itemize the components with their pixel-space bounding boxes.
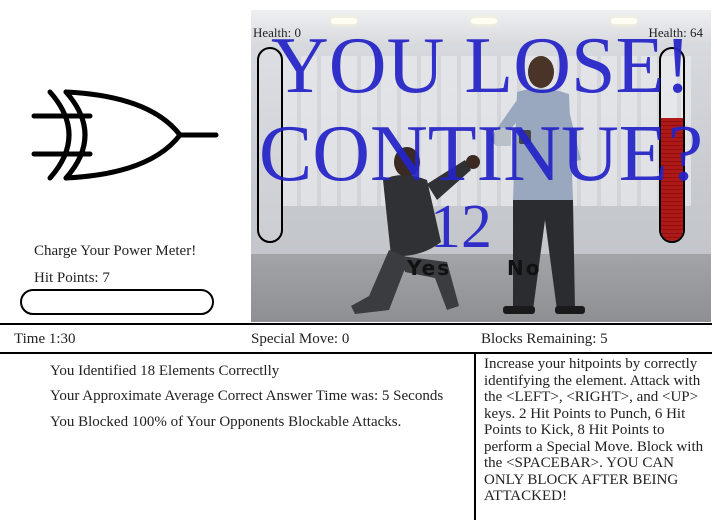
blocked-attacks-result: You Blocked 100% of Your Opponents Block…: [50, 414, 402, 430]
hit-points-label: Hit Points: 7: [34, 270, 110, 286]
power-meter: [20, 289, 214, 315]
continue-countdown: 12: [430, 193, 492, 261]
elements-identified-result: You Identified 18 Elements Correctlly: [50, 363, 280, 379]
charge-power-meter-label: Charge Your Power Meter!: [34, 243, 197, 259]
yes-option[interactable]: Yes: [407, 256, 451, 280]
special-move-counter: Special Move: 0: [251, 331, 350, 347]
no-option[interactable]: No: [507, 256, 541, 280]
blocks-remaining-counter: Blocks Remaining: 5: [481, 331, 608, 347]
results-summary: You Identified 18 Elements Correctlly Yo…: [0, 354, 474, 520]
you-lose-text: YOU LOSE!: [271, 22, 691, 110]
status-bar: Time 1:30 Special Move: 0 Blocks Remaini…: [0, 323, 712, 354]
game-arena: Health: 0 Health: 64 YOU LOSE! CONTINUE?…: [251, 10, 711, 322]
continue-prompt: CONTINUE?: [258, 110, 704, 198]
time-display: Time 1:30: [14, 331, 76, 347]
or-gate-icon: [31, 89, 219, 181]
instructions-text: Increase your hitpoints by correctly ide…: [484, 356, 704, 504]
average-answer-time-result: Your Approximate Average Correct Answer …: [50, 388, 444, 404]
panel-divider: [474, 354, 476, 520]
